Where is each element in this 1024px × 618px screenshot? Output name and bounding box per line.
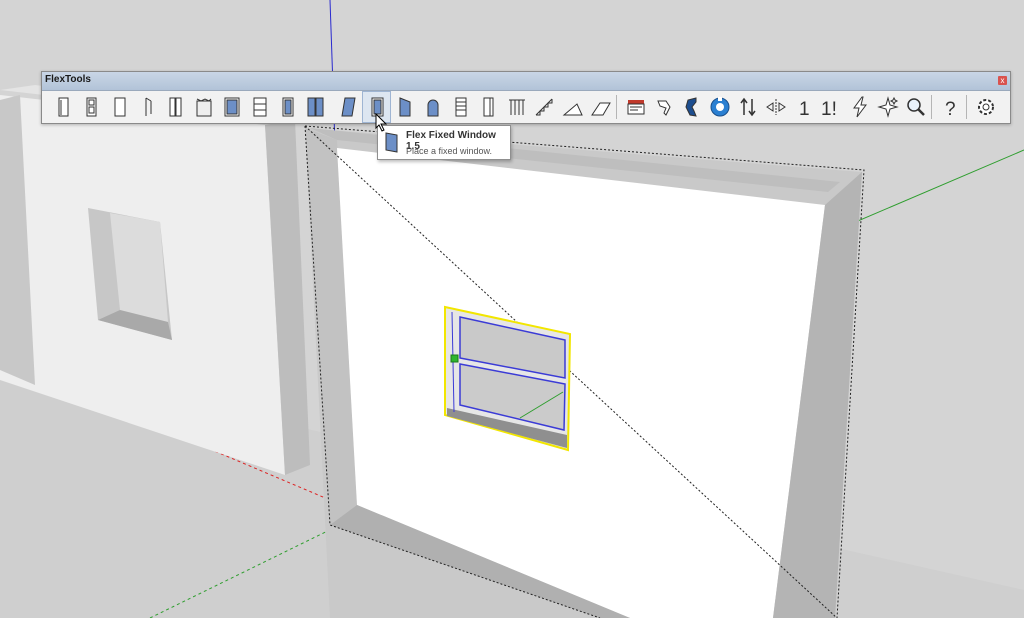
zoom-icon[interactable] <box>902 92 929 122</box>
mouse-cursor-icon <box>375 113 388 132</box>
door-plain-icon[interactable] <box>106 92 133 122</box>
sliding-door-icon[interactable] <box>218 92 245 122</box>
french-door-icon[interactable] <box>274 92 301 122</box>
door-swing-icon[interactable] <box>134 92 161 122</box>
one-bang-icon-label: 1! <box>821 99 837 120</box>
wall-cutter-icon[interactable] <box>678 92 705 122</box>
railing-icon[interactable] <box>503 92 530 122</box>
sparkle-icon[interactable] <box>874 92 901 122</box>
paint-icon[interactable] <box>650 92 677 122</box>
tooltip-description: Place a fixed window. <box>406 146 493 156</box>
help-icon-label: ? <box>945 99 956 120</box>
opening-icon[interactable] <box>475 92 502 122</box>
bifold-door-icon[interactable] <box>190 92 217 122</box>
one-icon-label: 1 <box>799 99 810 120</box>
casement-window-icon[interactable] <box>335 92 362 122</box>
fixed-window-tooltip-icon <box>385 132 398 153</box>
tool-tooltip: Flex Fixed Window 1.5 Place a fixed wind… <box>377 125 511 160</box>
toolbar-separator <box>616 95 617 119</box>
help-icon[interactable]: ? <box>937 92 964 122</box>
toolbar-separator <box>966 95 967 119</box>
one-icon[interactable]: 1 <box>790 92 817 122</box>
toolbar-close-button[interactable]: x <box>998 76 1007 85</box>
louver-window-icon[interactable] <box>447 92 474 122</box>
window-insertion-point <box>450 354 459 363</box>
toolbar-separator <box>931 95 932 119</box>
pocket-door-icon[interactable] <box>246 92 273 122</box>
door-icon[interactable] <box>50 92 77 122</box>
double-door-icon[interactable] <box>162 92 189 122</box>
stair-icon[interactable] <box>531 92 558 122</box>
awning-window-icon[interactable] <box>391 92 418 122</box>
settings-icon[interactable] <box>972 92 999 122</box>
presentation-icon[interactable] <box>622 92 649 122</box>
wedge-icon[interactable] <box>587 92 614 122</box>
flip-vertical-icon[interactable] <box>734 92 761 122</box>
flip-horizontal-icon[interactable] <box>762 92 789 122</box>
garage-door-icon[interactable] <box>302 92 329 122</box>
door-panel-icon[interactable] <box>78 92 105 122</box>
rotate-icon[interactable] <box>706 92 733 122</box>
lightning-icon[interactable] <box>846 92 873 122</box>
arch-window-icon[interactable] <box>419 92 446 122</box>
ramp-icon[interactable] <box>559 92 586 122</box>
one-bang-icon[interactable]: 1! <box>818 92 845 122</box>
toolbar-titlebar[interactable]: FlexTools x <box>42 72 1010 91</box>
toolbar-title: FlexTools <box>45 74 91 85</box>
flextools-toolbar: FlexTools x 1 1! ? <box>41 71 1011 124</box>
